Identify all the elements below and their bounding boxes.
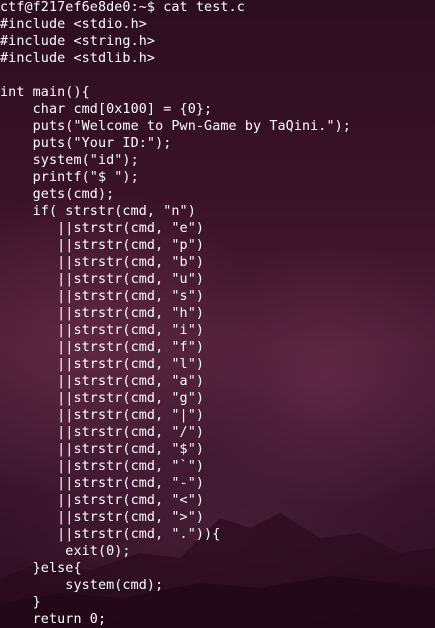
source-code-line: ||strstr(cmd, "p") <box>0 238 205 253</box>
source-code-line: }else{ <box>0 561 82 576</box>
source-code-line <box>0 67 351 84</box>
source-code-line: #include <string.h> <box>0 34 156 49</box>
source-code-line: gets(cmd); <box>0 187 115 202</box>
source-code-line: #include <stdlib.h> <box>0 51 156 66</box>
source-code-line: system("id"); <box>0 153 139 168</box>
terminal-window[interactable]: ctf@f217ef6e8de0:~$ cat test.c #include <… <box>0 0 435 628</box>
source-code-line: if( strstr(cmd, "n") <box>0 204 196 219</box>
source-code-line: ||strstr(cmd, "l") <box>0 357 205 372</box>
source-code-line: ||strstr(cmd, "-") <box>0 476 205 491</box>
source-code-line: int main(){ <box>0 85 90 100</box>
source-code-line: ||strstr(cmd, "g") <box>0 391 205 406</box>
source-code-line: char cmd[0x100] = {0}; <box>0 102 213 117</box>
source-code-line: puts("Welcome to Pwn-Game by TaQini."); <box>0 119 351 134</box>
source-code-line: ||strstr(cmd, ".")){ <box>0 527 221 542</box>
source-code-line: #include <stdio.h> <box>0 17 147 32</box>
terminal-output: ctf@f217ef6e8de0:~$ cat test.c #include <… <box>0 0 351 628</box>
source-code-line: ||strstr(cmd, ">") <box>0 510 205 525</box>
source-code-line: return 0; <box>0 612 107 627</box>
source-code-line: printf("$ "); <box>0 170 139 185</box>
source-code-line: ||strstr(cmd, "a") <box>0 374 205 389</box>
source-code-line: ||strstr(cmd, "h") <box>0 306 205 321</box>
source-code-line: puts("Your ID:"); <box>0 136 172 151</box>
source-code-line: } <box>0 595 41 610</box>
source-code-line: ||strstr(cmd, "e") <box>0 221 205 236</box>
source-code-line: system(cmd); <box>0 578 164 593</box>
source-code-line: ||strstr(cmd, "s") <box>0 289 205 304</box>
source-code-line: ||strstr(cmd, "u") <box>0 272 205 287</box>
source-code-line: exit(0); <box>0 544 131 559</box>
source-code-line: ||strstr(cmd, "|") <box>0 408 205 423</box>
source-code-line: ||strstr(cmd, "b") <box>0 255 205 270</box>
source-code-line: ||strstr(cmd, "f") <box>0 340 205 355</box>
source-code-line: ||strstr(cmd, "/") <box>0 425 205 440</box>
source-code-line: ||strstr(cmd, "`") <box>0 459 205 474</box>
source-code-line: ||strstr(cmd, "i") <box>0 323 205 338</box>
shell-prompt-line: ctf@f217ef6e8de0:~$ cat test.c <box>0 0 245 15</box>
source-code-line: ||strstr(cmd, "$") <box>0 442 205 457</box>
source-code-line: ||strstr(cmd, "<") <box>0 493 205 508</box>
